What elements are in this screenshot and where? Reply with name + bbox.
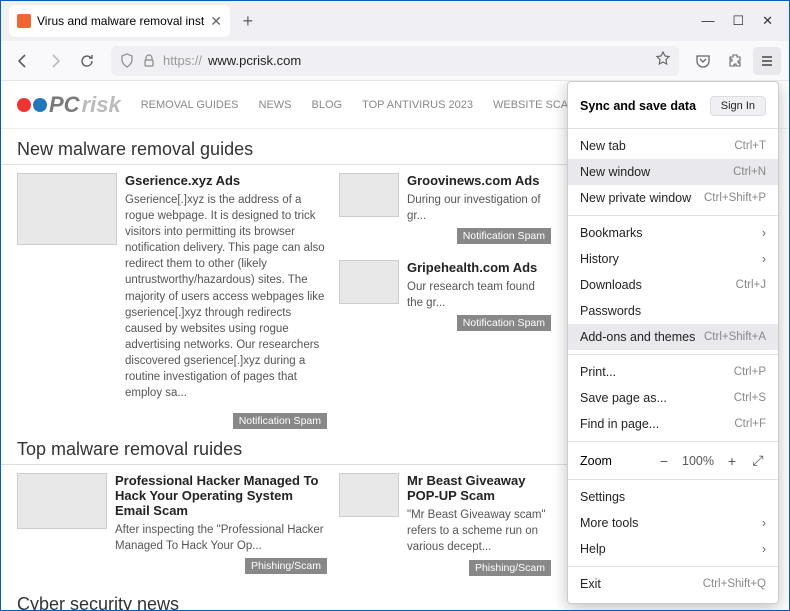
menu-new-tab[interactable]: New tabCtrl+T (568, 133, 778, 159)
nav-link[interactable]: TOP ANTIVIRUS 2023 (362, 99, 473, 111)
maximize-button[interactable]: ☐ (732, 13, 744, 29)
web-content: PCrisk REMOVAL GUIDES NEWS BLOG TOP ANTI… (1, 81, 789, 611)
menu-settings[interactable]: Settings (568, 484, 778, 510)
toolbar: https:// www.pcrisk.com (1, 41, 789, 81)
menu-downloads[interactable]: DownloadsCtrl+J (568, 272, 778, 298)
shield-icon (119, 53, 135, 69)
menu-exit[interactable]: ExitCtrl+Shift+Q (568, 571, 778, 597)
site-nav: REMOVAL GUIDES NEWS BLOG TOP ANTIVIRUS 2… (141, 99, 600, 111)
close-window-button[interactable]: ✕ (762, 13, 773, 29)
url-host: www.pcrisk.com (208, 53, 301, 68)
menu-more-tools[interactable]: More tools› (568, 510, 778, 536)
zoom-value: 100% (682, 454, 714, 468)
article-title: Groovinews.com Ads (407, 173, 551, 188)
article-card[interactable]: Gripehealth.com Ads Our research team fo… (339, 260, 551, 331)
category-badge: Notification Spam (233, 413, 327, 429)
menu-save-page-as[interactable]: Save page as...Ctrl+S (568, 385, 778, 411)
article-title: Mr Beast Giveaway POP-UP Scam (407, 473, 551, 503)
article-text: During our investigation of gr... (407, 192, 551, 224)
minimize-button[interactable]: — (701, 13, 714, 29)
window-controls: — ☐ ✕ (701, 13, 785, 29)
menu-help[interactable]: Help› (568, 536, 778, 562)
menu-addons-and-themes[interactable]: Add-ons and themesCtrl+Shift+A (568, 324, 778, 350)
article-card[interactable]: Gserience.xyz Ads Gserience[.]xyz is the… (17, 173, 327, 401)
zoom-in-button[interactable]: + (724, 453, 740, 469)
url-protocol: https:// (163, 53, 202, 68)
menu-zoom: Zoom − 100% + ⤢ (568, 446, 778, 475)
application-menu: Sync and save data Sign In New tabCtrl+T… (567, 81, 779, 604)
menu-new-private-window[interactable]: New private windowCtrl+Shift+P (568, 185, 778, 211)
new-tab-button[interactable]: + (236, 9, 260, 33)
category-badge: Notification Spam (457, 228, 551, 244)
article-text: Our research team found the gr... (407, 279, 551, 311)
sign-in-button[interactable]: Sign In (710, 96, 766, 116)
menu-passwords[interactable]: Passwords (568, 298, 778, 324)
browser-tab[interactable]: Virus and malware removal inst ✕ (9, 5, 230, 37)
article-title: Professional Hacker Managed To Hack Your… (115, 473, 327, 518)
category-badge: Notification Spam (457, 315, 551, 331)
article-text: Gserience[.]xyz is the address of a rogu… (125, 192, 327, 401)
menu-find-in-page[interactable]: Find in page...Ctrl+F (568, 411, 778, 437)
article-title: Gripehealth.com Ads (407, 260, 551, 275)
menu-print[interactable]: Print...Ctrl+P (568, 359, 778, 385)
article-card[interactable]: Mr Beast Giveaway POP-UP Scam "Mr Beast … (339, 473, 551, 575)
article-text: "Mr Beast Giveaway scam" refers to a sch… (407, 507, 551, 555)
article-card[interactable]: Groovinews.com Ads During our investigat… (339, 173, 551, 244)
nav-link[interactable]: REMOVAL GUIDES (141, 99, 239, 111)
bookmark-star-icon[interactable] (655, 51, 671, 70)
article-thumbnail (17, 173, 117, 245)
site-logo[interactable]: PCrisk (17, 92, 121, 118)
pocket-button[interactable] (689, 47, 717, 75)
titlebar: Virus and malware removal inst ✕ + — ☐ ✕ (1, 1, 789, 41)
article-text: After inspecting the "Professional Hacke… (115, 522, 327, 554)
category-badge: Phishing/Scam (469, 560, 551, 576)
reload-button[interactable] (73, 47, 101, 75)
tab-title: Virus and malware removal inst (37, 14, 204, 28)
app-menu-button[interactable] (753, 47, 781, 75)
forward-button[interactable] (41, 47, 69, 75)
extensions-button[interactable] (721, 47, 749, 75)
menu-history[interactable]: History› (568, 246, 778, 272)
close-tab-icon[interactable]: ✕ (210, 13, 222, 30)
article-card[interactable]: Professional Hacker Managed To Hack Your… (17, 473, 327, 575)
article-thumbnail (17, 473, 107, 529)
article-thumbnail (339, 473, 399, 517)
menu-bookmarks[interactable]: Bookmarks› (568, 220, 778, 246)
article-title: Gserience.xyz Ads (125, 173, 327, 188)
zoom-out-button[interactable]: − (656, 453, 672, 469)
article-thumbnail (339, 173, 399, 217)
category-badge: Phishing/Scam (245, 558, 327, 574)
menu-new-window[interactable]: New windowCtrl+N (568, 159, 778, 185)
article-thumbnail (339, 260, 399, 304)
tab-favicon (17, 14, 31, 28)
lock-icon (141, 53, 157, 69)
back-button[interactable] (9, 47, 37, 75)
fullscreen-button[interactable]: ⤢ (750, 452, 766, 469)
nav-link[interactable]: NEWS (259, 99, 292, 111)
sync-header: Sync and save data Sign In (568, 88, 778, 124)
nav-link[interactable]: BLOG (312, 99, 343, 111)
address-bar[interactable]: https:// www.pcrisk.com (111, 46, 679, 76)
